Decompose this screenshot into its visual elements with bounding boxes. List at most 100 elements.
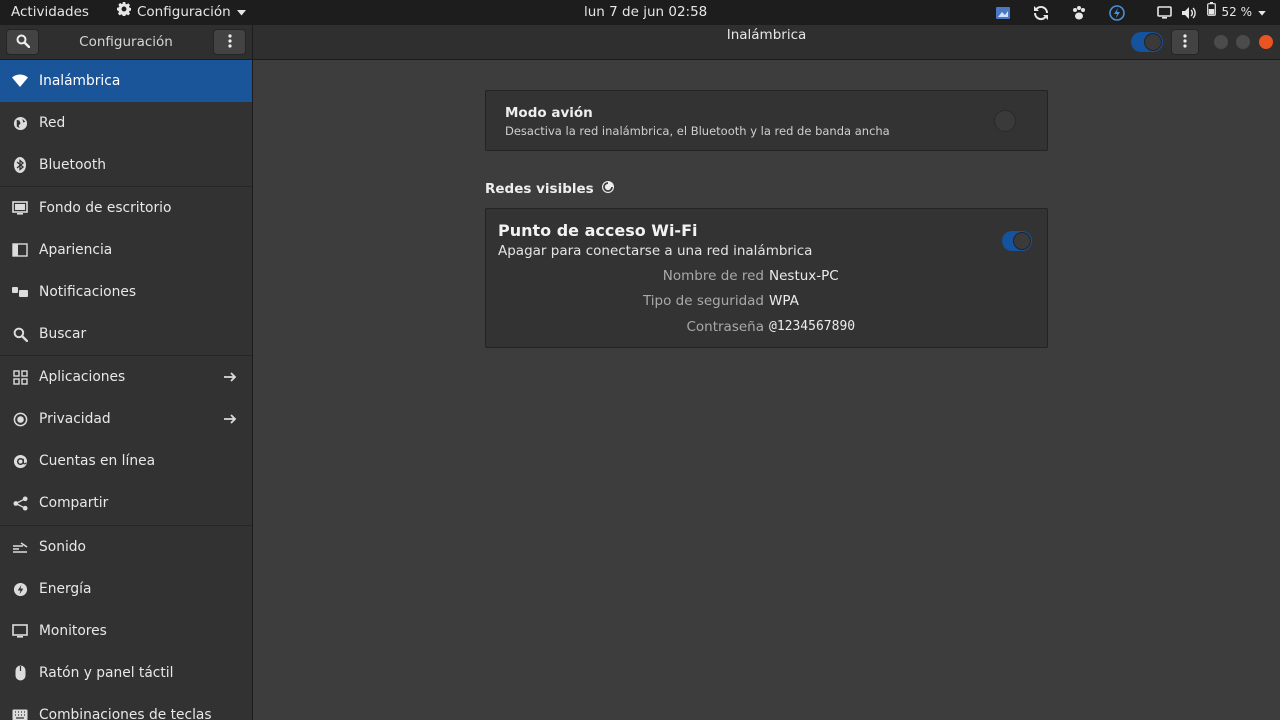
search-button[interactable]	[6, 29, 39, 55]
airplane-mode-description: Desactiva la red inalámbrica, el Bluetoo…	[505, 124, 890, 138]
sidebar-item-label: Fondo de escritorio	[39, 200, 172, 216]
clock[interactable]: lun 7 de jun 02:58	[584, 0, 707, 25]
sidebar-item-label: Ratón y panel táctil	[39, 665, 174, 681]
display-icon	[11, 622, 29, 640]
battery-icon	[1206, 0, 1216, 25]
minimize-button[interactable]	[1214, 35, 1228, 49]
hotspot-title: Punto de acceso Wi-Fi	[498, 221, 698, 240]
security-type-row: Tipo de seguridad WPA	[486, 293, 1049, 313]
wifi-icon	[11, 72, 29, 90]
kebab-menu-icon	[227, 33, 232, 52]
privacy-icon	[11, 410, 29, 428]
system-tray[interactable]: 52 %	[994, 0, 1280, 25]
paw-icon[interactable]	[1070, 4, 1088, 22]
volume-icon[interactable]	[1180, 4, 1198, 22]
monitor-icon	[11, 199, 29, 217]
appearance-icon	[11, 241, 29, 259]
gear-icon	[117, 0, 132, 25]
wifi-menu-button[interactable]	[1171, 29, 1199, 55]
sidebar-item-label: Buscar	[39, 326, 87, 342]
toggle-knob	[1013, 232, 1031, 250]
sidebar-item-label: Combinaciones de teclas	[39, 707, 212, 720]
screenshot-icon[interactable]	[994, 4, 1012, 22]
airplane-mode-switch[interactable]	[994, 110, 1016, 132]
visible-networks-heading: Redes visibles	[485, 180, 615, 198]
airplane-mode-title: Modo avión	[505, 105, 593, 121]
battery-indicator[interactable]: 52 %	[1206, 0, 1267, 25]
hotspot-switch[interactable]	[1002, 231, 1032, 251]
sidebar-item-label: Apariencia	[39, 242, 113, 258]
display-icon[interactable]	[1156, 4, 1174, 22]
network-name-value: Nestux-PC	[769, 268, 839, 284]
spinner-icon	[601, 180, 615, 198]
sidebar-item-combinaciones-de-teclas[interactable]: Combinaciones de teclas	[0, 694, 252, 720]
primary-menu-button[interactable]	[213, 29, 246, 55]
power-icon	[11, 580, 29, 598]
sidebar-item-raton-y-panel-tactil[interactable]: Ratón y panel táctil	[0, 652, 252, 694]
sidebar-item-red[interactable]: Red	[0, 102, 252, 144]
at-icon	[11, 452, 29, 470]
sidebar-item-energia[interactable]: Energía	[0, 568, 252, 610]
sidebar-item-privacidad[interactable]: Privacidad	[0, 398, 252, 440]
sidebar-item-sonido[interactable]: Sonido	[0, 526, 252, 568]
sidebar-item-apariencia[interactable]: Apariencia	[0, 229, 252, 271]
security-type-value: WPA	[769, 293, 799, 309]
arrow-right-icon	[222, 369, 238, 385]
hotspot-description: Apagar para conectarse a una red inalámb…	[498, 243, 813, 259]
activities-button[interactable]: Actividades	[11, 0, 89, 25]
main-content: Modo avión Desactiva la red inalámbrica,…	[253, 60, 1280, 720]
bluetooth-icon	[11, 156, 29, 174]
network-name-label: Nombre de red	[662, 268, 764, 284]
page-title: Inalámbrica	[726, 27, 807, 43]
sidebar-item-label: Cuentas en línea	[39, 453, 156, 469]
sidebar-item-monitores[interactable]: Monitores	[0, 610, 252, 652]
globe-icon	[11, 114, 29, 132]
kebab-menu-icon	[1183, 33, 1187, 52]
battery-percentage: 52 %	[1221, 5, 1253, 19]
network-name-row: Nombre de red Nestux-PC	[486, 268, 1049, 288]
sidebar-item-label: Compartir	[39, 495, 109, 511]
password-label: Contraseña	[686, 319, 764, 335]
visible-networks-label: Redes visibles	[485, 181, 594, 197]
sidebar-item-label: Monitores	[39, 623, 107, 639]
sidebar: Inalámbrica Red Bluetooth Fondo de escri…	[0, 60, 253, 720]
share-icon	[11, 494, 29, 512]
notifications-icon	[11, 283, 29, 301]
search-icon	[11, 325, 29, 343]
power-circle-icon[interactable]	[1108, 4, 1126, 22]
sidebar-item-aplicaciones[interactable]: Aplicaciones	[0, 356, 252, 398]
sidebar-item-inalambrica[interactable]: Inalámbrica	[0, 60, 252, 102]
mouse-icon	[11, 664, 29, 682]
sidebar-item-label: Energía	[39, 581, 92, 597]
sidebar-item-label: Notificaciones	[39, 284, 137, 300]
caret-down-icon	[1258, 0, 1266, 25]
app-menu[interactable]: Configuración	[117, 0, 246, 25]
search-icon	[16, 33, 30, 52]
sound-icon	[11, 538, 29, 556]
sync-icon[interactable]	[1032, 4, 1050, 22]
maximize-button[interactable]	[1236, 35, 1250, 49]
sidebar-item-label: Red	[39, 115, 66, 131]
sidebar-item-bluetooth[interactable]: Bluetooth	[0, 144, 252, 186]
sidebar-item-label: Sonido	[39, 539, 86, 555]
grid-icon	[11, 368, 29, 386]
app-menu-label: Configuración	[137, 4, 231, 20]
airplane-mode-card: Modo avión Desactiva la red inalámbrica,…	[485, 90, 1048, 151]
password-row: Contraseña @1234567890	[486, 319, 1049, 339]
sidebar-item-label: Bluetooth	[39, 157, 106, 173]
security-type-label: Tipo de seguridad	[642, 293, 764, 309]
header-bar: Configuración Inalámbrica	[0, 25, 1280, 60]
sidebar-item-notificaciones[interactable]: Notificaciones	[0, 271, 252, 313]
sidebar-item-label: Privacidad	[39, 411, 111, 427]
top-bar: Actividades Configuración lun 7 de jun 0…	[0, 0, 1280, 25]
sidebar-item-buscar[interactable]: Buscar	[0, 313, 252, 355]
keyboard-icon	[11, 706, 29, 720]
sidebar-item-cuentas-en-linea[interactable]: Cuentas en línea	[0, 440, 252, 482]
sidebar-item-label: Inalámbrica	[39, 73, 121, 89]
sidebar-item-fondo-de-escritorio[interactable]: Fondo de escritorio	[0, 187, 252, 229]
sidebar-header: Configuración	[0, 25, 253, 60]
caret-down-icon	[236, 0, 246, 25]
close-button[interactable]	[1259, 35, 1273, 49]
wifi-toggle[interactable]	[1131, 32, 1163, 52]
sidebar-item-compartir[interactable]: Compartir	[0, 482, 252, 524]
